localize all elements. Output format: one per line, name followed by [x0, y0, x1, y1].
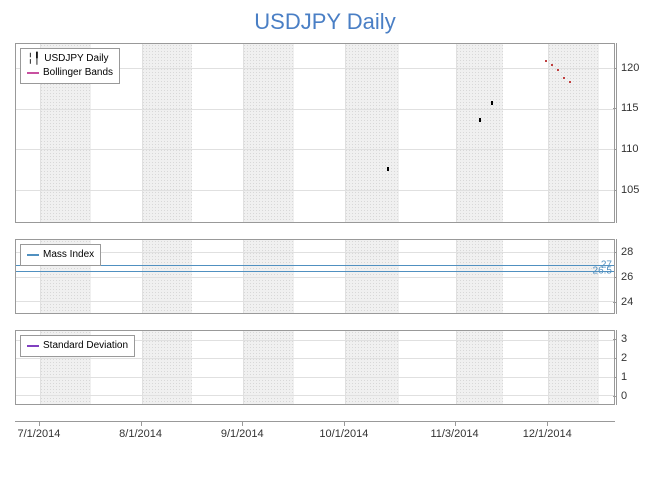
chart-container: USDJPY Daily ╎╿ USDJPY Daily Bollinger B… [10, 5, 640, 495]
candlestick-icon: ╎╿ [27, 52, 40, 66]
line-swatch-icon [27, 254, 39, 256]
legend-item-bollinger: Bollinger Bands [27, 66, 113, 80]
legend-mass: Mass Index [20, 244, 101, 266]
x-axis: 7/1/2014 8/1/2014 9/1/2014 10/1/2014 11/3/20… [15, 421, 615, 449]
std-dev-panel[interactable]: Standard Deviation 0123 [15, 330, 615, 405]
y-axis-mass: 24 26 28 [616, 239, 650, 314]
legend-item-usdjpy: ╎╿ USDJPY Daily [27, 52, 113, 66]
y-axis-price: 105 110 115 120 [616, 43, 650, 223]
legend-item-mass: Mass Index [27, 248, 94, 262]
x-tick-label: 8/1/2014 [119, 428, 162, 440]
reference-line [16, 271, 614, 272]
x-tick-label: 10/1/2014 [319, 428, 368, 440]
y-tick-label: 115 [621, 102, 639, 114]
y-tick-label: 110 [621, 143, 639, 155]
line-swatch-icon [27, 72, 39, 74]
x-tick-label: 12/1/2014 [523, 428, 572, 440]
price-point [479, 118, 481, 122]
panel-price: ╎╿ USDJPY Daily Bollinger Bands 10511011… [15, 43, 615, 223]
x-tick-label: 7/1/2014 [17, 428, 60, 440]
y-tick-label: 120 [621, 62, 639, 74]
price-point [563, 77, 565, 79]
y-tick-label: 0 [621, 390, 627, 402]
reference-label: 26.5 [593, 266, 612, 277]
mass-index-panel[interactable]: Mass Index 242628 2726.5 [15, 239, 615, 314]
legend-label: USDJPY Daily [44, 52, 108, 66]
x-tick-label: 11/3/2014 [430, 428, 478, 440]
y-tick-label: 26 [621, 271, 633, 283]
y-tick-label: 3 [621, 333, 627, 345]
price-point [551, 64, 553, 66]
panel-std-dev: Standard Deviation 0123 [15, 330, 615, 405]
y-tick-label: 105 [621, 184, 639, 196]
y-tick-label: 28 [621, 246, 633, 258]
legend-item-std: Standard Deviation [27, 339, 128, 353]
chart-title: USDJPY Daily [10, 5, 640, 43]
legend-label: Mass Index [43, 248, 94, 262]
reference-line [16, 265, 614, 266]
price-point [569, 81, 571, 83]
price-point [491, 101, 493, 105]
price-point [387, 167, 389, 171]
legend-label: Standard Deviation [43, 339, 128, 353]
price-panel[interactable]: ╎╿ USDJPY Daily Bollinger Bands 10511011… [15, 43, 615, 223]
y-tick-label: 24 [621, 296, 633, 308]
price-point [557, 69, 559, 71]
y-tick-label: 2 [621, 352, 627, 364]
y-tick-label: 1 [621, 371, 627, 383]
price-point [545, 60, 547, 62]
y-axis-std: 0 1 2 3 [616, 330, 650, 405]
legend-label: Bollinger Bands [43, 66, 113, 80]
line-swatch-icon [27, 345, 39, 347]
legend-main: ╎╿ USDJPY Daily Bollinger Bands [20, 48, 120, 84]
legend-std: Standard Deviation [20, 335, 135, 357]
x-tick-label: 9/1/2014 [221, 428, 264, 440]
panel-mass-index: Mass Index 242628 2726.5 [15, 239, 615, 314]
